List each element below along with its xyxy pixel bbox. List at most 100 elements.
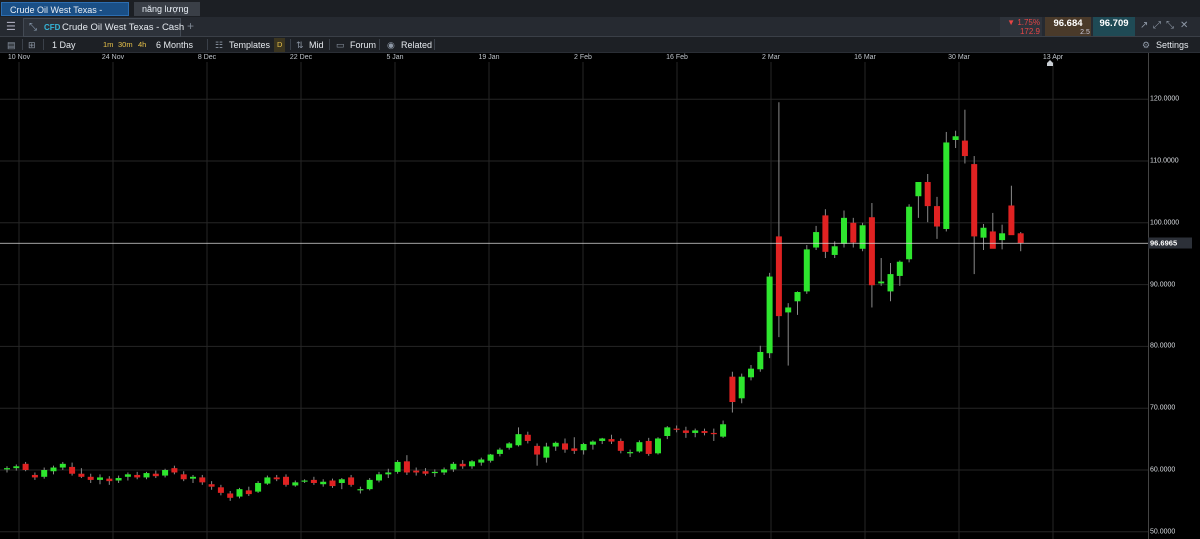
list-icon[interactable]: ▤ [7, 38, 16, 52]
toolbar-divider [379, 39, 380, 50]
candle-body-down [69, 466, 76, 474]
candle [608, 434, 615, 445]
candle-body-up [543, 446, 550, 458]
forum-button[interactable]: Forum [350, 38, 376, 52]
candle-body-up [766, 276, 773, 354]
instrument-tab[interactable]: ⤡ CFD Crude Oil West Texas - Cash ⌕ [23, 18, 185, 37]
date-tick-label: 24 Nov [101, 54, 125, 61]
link-icon[interactable]: ↗ [1140, 20, 1148, 31]
candle [748, 364, 754, 381]
price-tick-label: 80.0000 [1150, 342, 1176, 350]
mid-price-button[interactable]: Mid [309, 38, 324, 52]
chart-icon: ⤡ [29, 22, 37, 33]
d-badge[interactable]: D [274, 38, 286, 52]
candle-body-up [301, 480, 308, 482]
candle-body-down [459, 463, 466, 467]
date-tick-label: 30 Mar [948, 54, 970, 61]
window-tab-energy[interactable]: năng lượng [134, 2, 200, 16]
date-tick-label: 16 Mar [854, 54, 876, 61]
candle [394, 460, 401, 474]
candle [236, 487, 243, 499]
window-tab-bar: Crude Oil West Texas - Cash năng lượng [0, 0, 1200, 29]
interval-30m[interactable]: 30m [118, 38, 133, 52]
candle-body-down [775, 236, 782, 317]
candle-body-down [850, 222, 857, 243]
home-marker-icon[interactable] [1046, 59, 1054, 67]
candle-body-down [31, 474, 38, 478]
candle [599, 437, 606, 445]
templates-icon[interactable]: ☷ [215, 38, 223, 52]
candle-body-up [915, 182, 922, 197]
candle [887, 262, 894, 302]
related-button[interactable]: Related [401, 38, 432, 52]
candle [348, 474, 355, 487]
layout-icon[interactable]: ⊞ [28, 38, 36, 52]
candle-body-up [496, 449, 503, 454]
date-tick-label: 5 Jan [386, 54, 404, 61]
candle-body-up [376, 474, 382, 481]
ask-price-button[interactable]: 96.709 [1093, 17, 1135, 36]
settings-button[interactable]: Settings [1156, 38, 1189, 52]
candle [701, 428, 708, 436]
candle [822, 209, 829, 259]
candle-body-up [692, 430, 699, 433]
interval-1m[interactable]: 1m [103, 38, 113, 52]
candle [264, 475, 271, 485]
candle [143, 471, 150, 480]
candle [934, 196, 940, 239]
plus-icon[interactable]: + [187, 19, 194, 33]
candle [971, 156, 978, 275]
interval-select[interactable]: 1 Day [52, 38, 76, 52]
price-type-icon[interactable]: ⇅ [296, 38, 304, 52]
candle [152, 470, 159, 479]
interval-4h[interactable]: 4h [138, 38, 146, 52]
search-icon[interactable]: ⌕ [168, 21, 174, 32]
templates-button[interactable]: Templates [229, 38, 270, 52]
candle [655, 437, 661, 455]
candle-body-up [431, 471, 438, 474]
candle [245, 486, 252, 496]
candle [31, 472, 38, 480]
candle-body-down [645, 440, 652, 454]
candle-body-down [562, 443, 568, 450]
candle [115, 475, 122, 483]
settings-icon[interactable]: ⚙ [1142, 38, 1150, 52]
candle [506, 442, 513, 450]
chart-toolbar: ▤ ⊞ 1 Day 1m 30m 4h 6 Months ☷ Templates… [0, 37, 1200, 53]
candle [134, 471, 141, 480]
candle [710, 428, 717, 441]
candle-body-up [785, 307, 792, 313]
candle [376, 471, 382, 483]
range-select[interactable]: 6 Months [156, 38, 193, 52]
candle-body-up [450, 463, 457, 470]
candle-body-up [50, 467, 57, 472]
candle-body-down [682, 430, 689, 433]
price-tick-label: 60.0000 [1150, 466, 1176, 474]
candle-body-down [273, 477, 280, 480]
candle-body-up [636, 442, 643, 452]
eye-icon[interactable]: ◉ [387, 38, 395, 52]
chat-icon[interactable]: ▭ [336, 38, 345, 52]
detach-icon[interactable]: ⤢ [1153, 20, 1161, 31]
candle [515, 427, 522, 447]
candle [329, 478, 336, 488]
maximize-icon[interactable]: ⤡ [1166, 20, 1174, 31]
candle-body-down [989, 231, 996, 249]
candle-body-up [469, 461, 475, 467]
instrument-title: Crude Oil West Texas - Cash [62, 22, 185, 33]
candle-body-up [162, 470, 169, 476]
candle [627, 449, 634, 458]
close-icon[interactable]: ✕ [1180, 20, 1188, 31]
candle [589, 440, 596, 450]
candle [961, 109, 968, 164]
candle [97, 474, 103, 485]
hamburger-icon[interactable]: ☰ [6, 21, 16, 33]
candle-body-down [822, 215, 829, 252]
window-tab-crude-oil[interactable]: Crude Oil West Texas - Cash [1, 2, 129, 29]
candle-body-down [134, 474, 141, 478]
candle [180, 471, 187, 482]
candle-body-up [599, 438, 606, 441]
candlestick-plot[interactable] [0, 62, 1148, 539]
candle-body-up [4, 468, 10, 470]
candle [422, 468, 429, 476]
